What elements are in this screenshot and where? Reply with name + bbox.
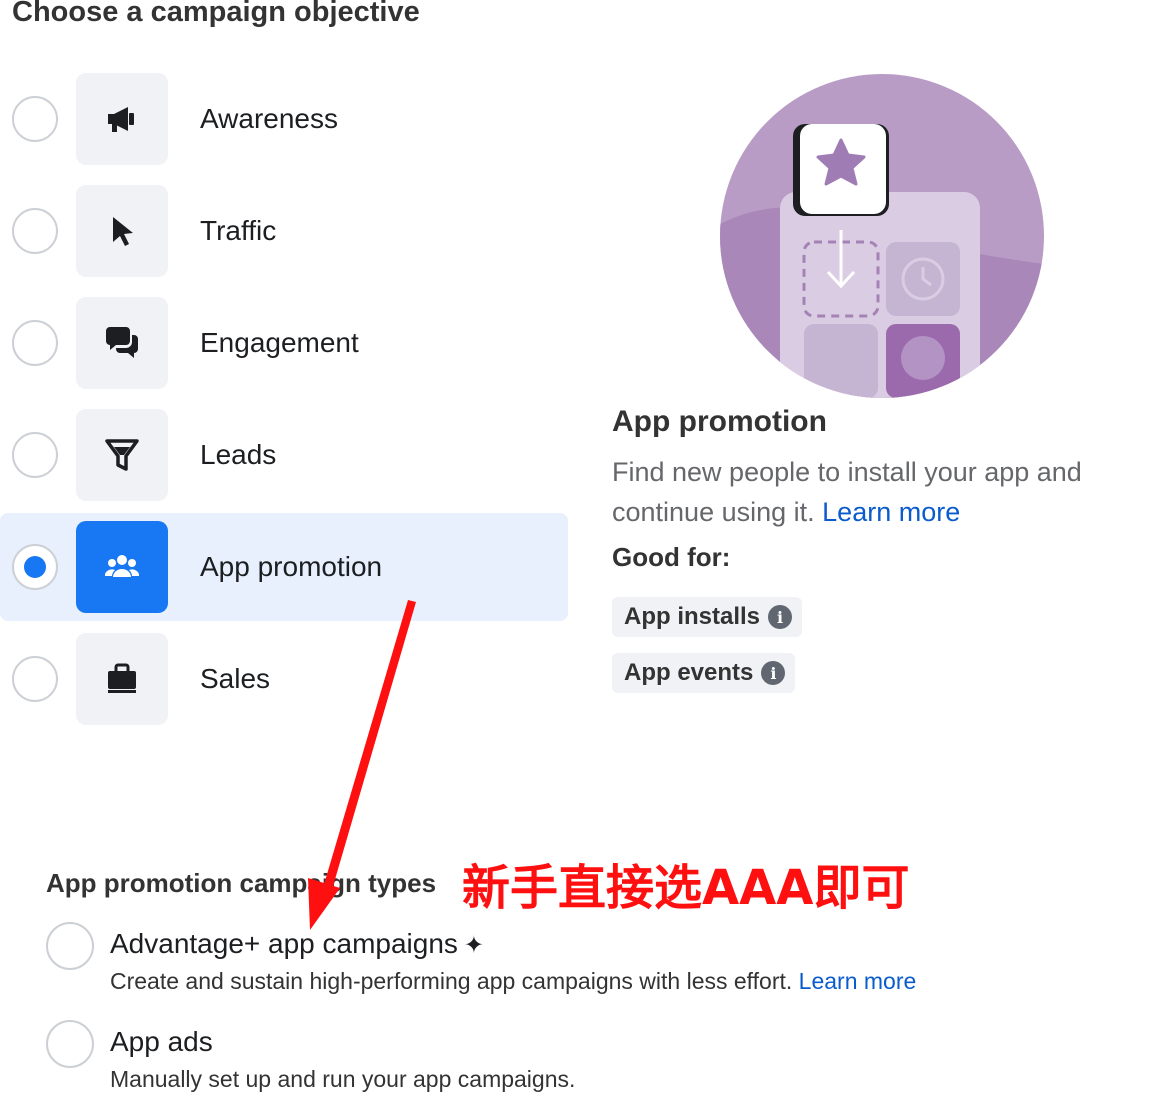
radio-app-promotion[interactable]	[12, 544, 58, 590]
advantage-plus-title[interactable]: Advantage+ app campaigns ✦	[110, 928, 484, 960]
icon-box-sales	[76, 633, 168, 725]
app-ads-description: Manually set up and run your app campaig…	[110, 1066, 576, 1092]
good-for-label: Good for:	[612, 542, 731, 572]
radio-traffic[interactable]	[12, 208, 58, 254]
objective-leads[interactable]: Leads	[0, 401, 568, 509]
app-ads-title[interactable]: App ads	[110, 1026, 213, 1058]
objective-label-sales: Sales	[200, 663, 271, 694]
icon-box-app-promotion	[76, 521, 168, 613]
sparkle-icon: ✦	[463, 932, 485, 959]
page-title: Choose a campaign objective	[12, 0, 420, 28]
app-promotion-illustration	[720, 74, 1044, 398]
learn-more-link[interactable]: Learn more	[822, 497, 960, 527]
chip-label: App installs	[624, 603, 761, 630]
advantage-plus-label: Advantage+ app campaigns	[110, 928, 458, 959]
campaign-types-title: App promotion campaign types	[46, 868, 437, 898]
objective-engagement[interactable]: Engagement	[0, 289, 568, 397]
radio-engagement[interactable]	[12, 320, 58, 366]
chip-app-installs: App installs i	[612, 597, 803, 637]
icon-box-engagement	[76, 297, 168, 389]
icon-box-leads	[76, 409, 168, 501]
chat-bubbles-icon	[106, 327, 138, 358]
radio-app-ads[interactable]	[46, 1020, 94, 1068]
shopping-bag-icon	[108, 663, 136, 693]
radio-sales[interactable]	[12, 656, 58, 702]
info-icon[interactable]: i	[768, 605, 793, 629]
chip-label: App events	[624, 659, 754, 686]
icon-box-awareness	[76, 73, 168, 165]
advantage-plus-description-text: Create and sustain high-performing app c…	[110, 968, 793, 994]
icon-box-traffic	[76, 185, 168, 277]
people-icon	[104, 555, 140, 577]
cursor-icon	[113, 217, 133, 246]
radio-advantage-plus[interactable]	[46, 922, 94, 970]
detail-description: Find new people to install your app and …	[612, 452, 1132, 532]
annotation-text: 新手直接选AAA即可	[462, 860, 910, 916]
objective-app-promotion[interactable]: App promotion	[0, 513, 568, 621]
objective-label-engagement: Engagement	[200, 327, 359, 358]
detail-title: App promotion	[612, 405, 827, 438]
objective-traffic[interactable]: Traffic	[0, 177, 568, 285]
objective-label-traffic: Traffic	[200, 215, 277, 246]
chip-app-events: App events i	[612, 653, 796, 693]
funnel-icon	[105, 439, 139, 471]
objective-label-leads: Leads	[200, 439, 277, 470]
info-icon[interactable]: i	[761, 661, 786, 685]
megaphone-icon	[108, 107, 134, 132]
advantage-plus-learn-more-link[interactable]: Learn more	[799, 968, 917, 994]
radio-leads[interactable]	[12, 432, 58, 478]
advantage-plus-description: Create and sustain high-performing app c…	[110, 968, 916, 995]
objective-awareness[interactable]: Awareness	[0, 65, 568, 173]
objective-sales[interactable]: Sales	[0, 625, 568, 733]
objective-label-app-promotion: App promotion	[200, 551, 383, 582]
radio-awareness[interactable]	[12, 96, 58, 142]
objective-label-awareness: Awareness	[200, 103, 339, 134]
